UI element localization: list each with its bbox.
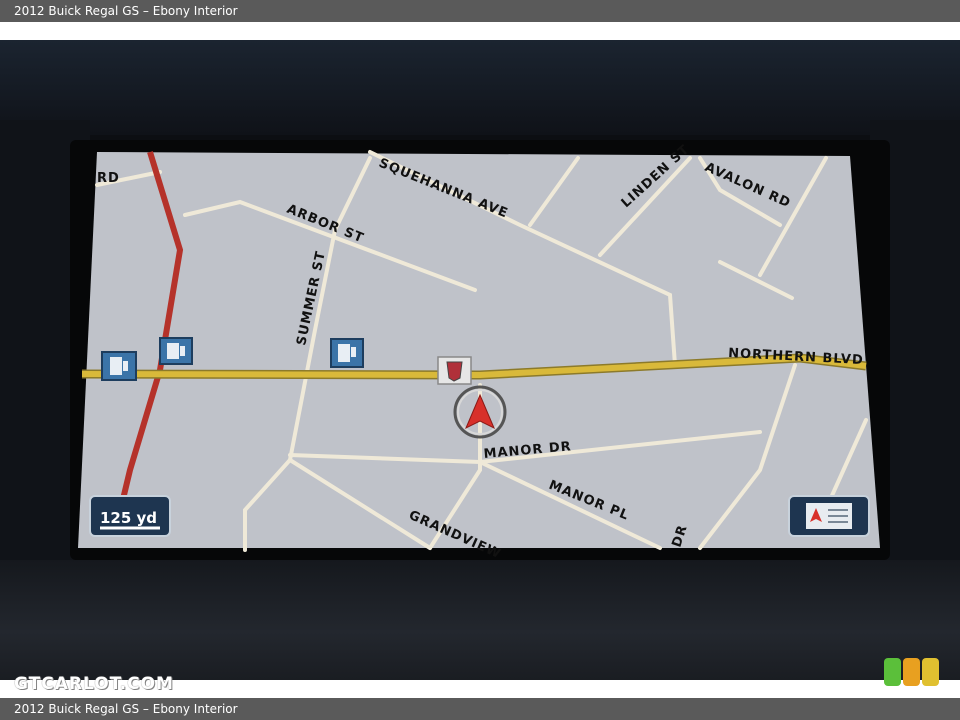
header-caption: 2012 Buick Regal GS – Ebony Interior [0, 0, 960, 22]
street-label-rd: RD [97, 171, 120, 186]
orange-badge-icon [903, 658, 920, 686]
gas-station-icon[interactable] [330, 338, 364, 368]
rating-badges [884, 658, 941, 690]
map-view-button[interactable] [788, 495, 870, 537]
photo: RD SQUEHANNA AVE LINDEN ST AVALON RD ARB… [0, 40, 960, 680]
map-scale-button[interactable]: 125 yd [89, 495, 171, 537]
navigation-map[interactable]: RD SQUEHANNA AVE LINDEN ST AVALON RD ARB… [0, 40, 960, 680]
green-badge-icon [884, 658, 901, 686]
cadillac-poi-icon[interactable] [437, 356, 472, 385]
footer-caption: 2012 Buick Regal GS – Ebony Interior [0, 698, 960, 720]
yellow-badge-icon [922, 658, 939, 686]
site-watermark: GTCARLOT.COM [14, 674, 174, 694]
gas-station-icon[interactable] [101, 351, 137, 381]
gas-station-icon[interactable] [159, 337, 193, 365]
map-scale-label: 125 yd [100, 509, 157, 527]
